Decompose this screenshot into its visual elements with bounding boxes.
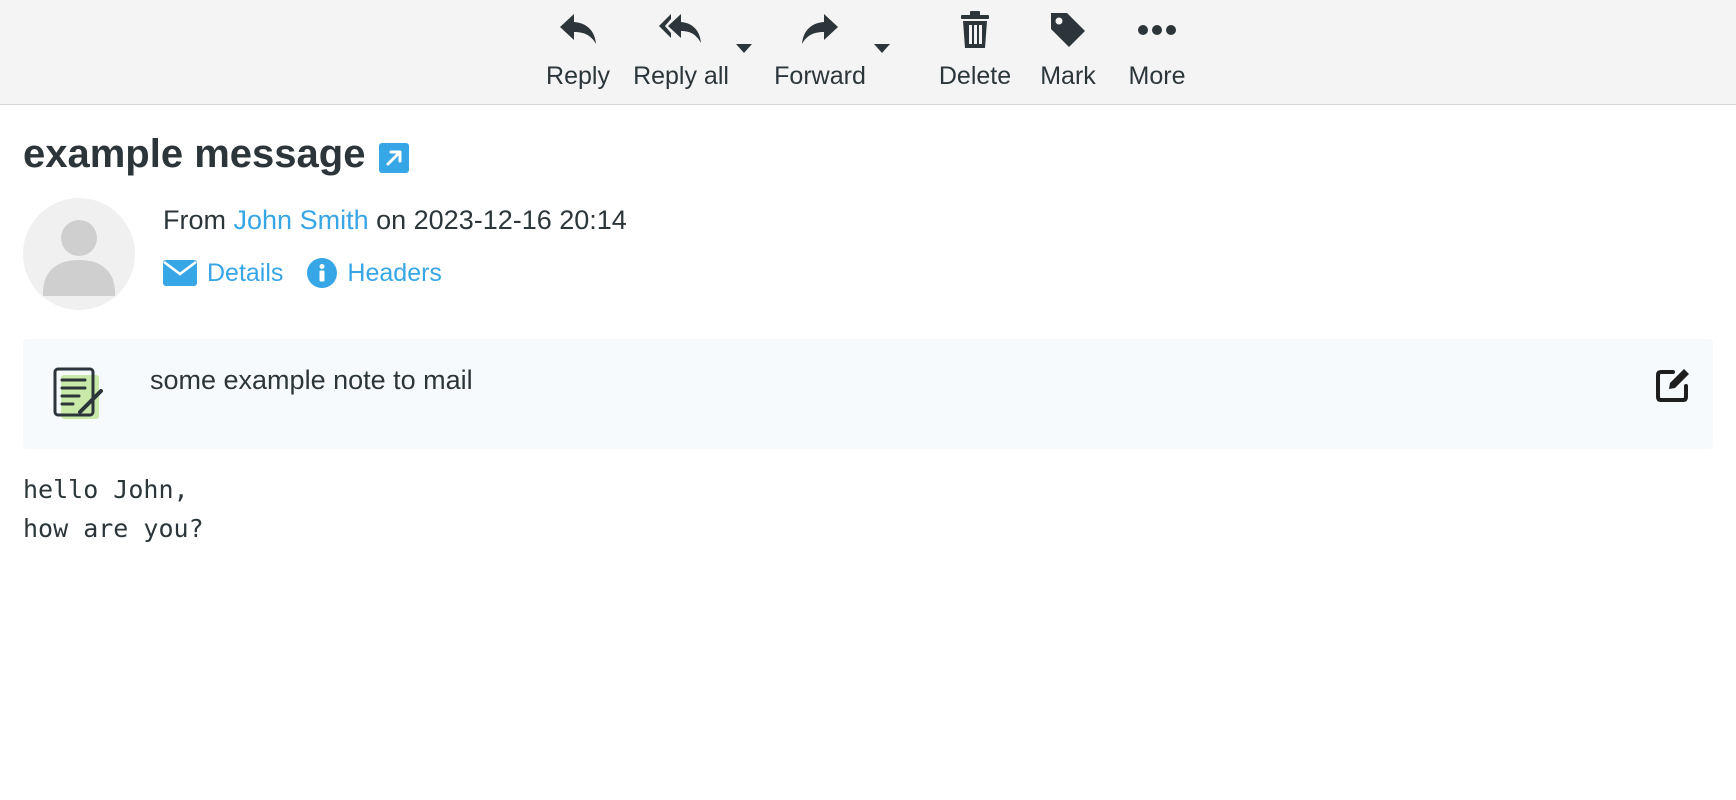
headers-label: Headers (347, 258, 442, 287)
message-toolbar: Reply Reply all Forward Delete Mark More (0, 0, 1736, 105)
envelope-icon (163, 260, 197, 286)
reply-all-label: Reply all (633, 62, 729, 90)
details-label: Details (207, 258, 284, 287)
forward-button[interactable]: Forward (772, 8, 868, 94)
from-line: From John Smith on 2023-12-16 20:14 (163, 205, 627, 236)
message-subject: example message (23, 132, 410, 177)
info-icon (307, 258, 338, 288)
reply-all-button[interactable]: Reply all (632, 8, 730, 94)
reply-all-dropdown-caret[interactable] (734, 42, 754, 56)
sender-avatar (23, 198, 135, 310)
body-line: hello John, (23, 475, 189, 504)
reply-button[interactable]: Reply (544, 8, 612, 94)
delete-button[interactable]: Delete (938, 8, 1012, 94)
trash-icon (959, 8, 991, 52)
tag-icon (1049, 8, 1087, 52)
mark-label: Mark (1040, 62, 1096, 90)
more-label: More (1128, 62, 1186, 90)
body-line: how are you? (23, 514, 204, 543)
message-body: hello John, how are you? (23, 470, 204, 548)
header-links: Details Headers (163, 258, 466, 288)
headers-link[interactable]: Headers (307, 258, 442, 288)
note-text: some example note to mail (150, 365, 473, 395)
more-button[interactable]: More (1124, 8, 1190, 94)
reply-all-icon (659, 8, 703, 52)
reply-label: Reply (546, 62, 610, 90)
delete-label: Delete (938, 62, 1012, 90)
forward-label: Forward (774, 62, 866, 90)
details-link[interactable]: Details (163, 259, 283, 288)
sender-name-link[interactable]: John Smith (234, 205, 369, 235)
ellipsis-icon (1138, 8, 1176, 52)
subject-title: example message (23, 132, 366, 176)
mark-button[interactable]: Mark (1034, 8, 1102, 94)
open-in-new-window-icon[interactable] (379, 142, 410, 173)
reply-icon (558, 8, 598, 52)
forward-icon (800, 8, 840, 52)
forward-dropdown-caret[interactable] (872, 42, 892, 56)
edit-note-icon[interactable] (1655, 367, 1691, 403)
note-icon (53, 367, 105, 423)
message-note: some example note to mail (23, 339, 1713, 449)
message-date: on 2023-12-16 20:14 (376, 205, 627, 235)
user-silhouette-icon (43, 220, 115, 296)
from-prefix: From (163, 205, 226, 235)
